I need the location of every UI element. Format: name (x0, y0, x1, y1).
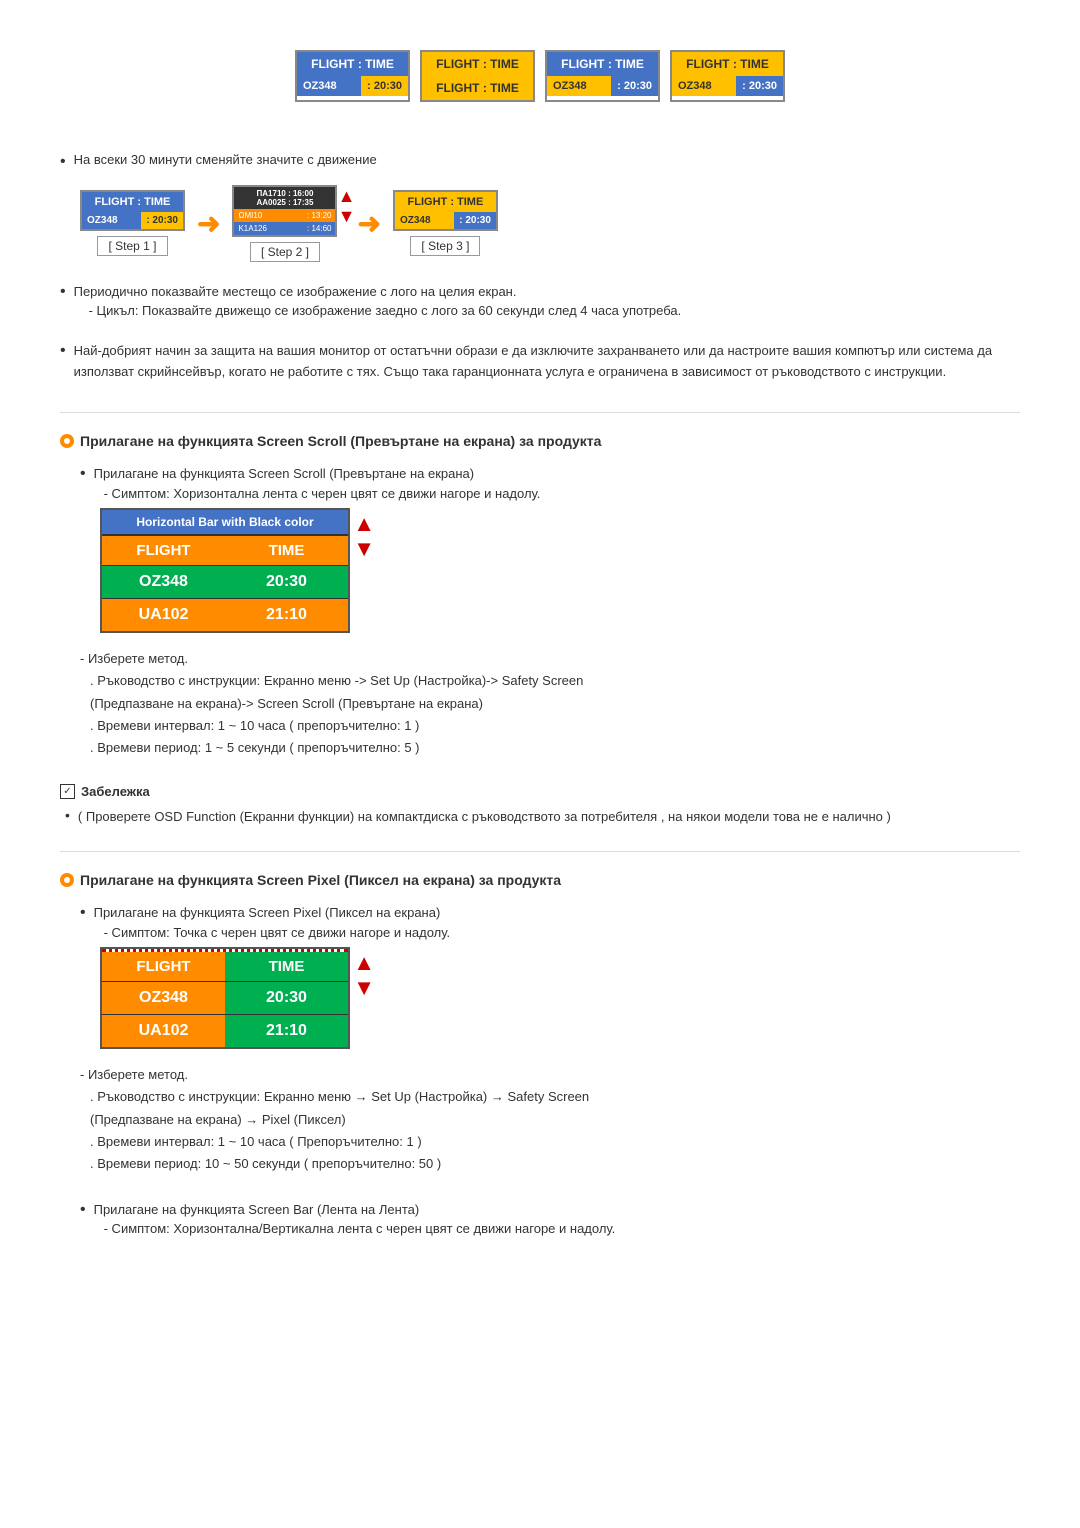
card3-bot-left: OZ348 (547, 76, 611, 96)
bullet1-text: На всеки 30 минути сменяйте значите с дв… (74, 152, 377, 167)
step3-label: [ Step 3 ] (410, 236, 480, 256)
pixel-arrow-down-icon: ▼ (353, 977, 375, 999)
pixel-instr4: . Времеви период: 10 ~ 50 секунди ( преп… (90, 1153, 1020, 1175)
bullet3-text: Най-добрият начин за защита на вашия мон… (74, 341, 1020, 383)
step3-container: FLIGHT : TIME OZ348 : 20:30 [ Step 3 ] (393, 190, 498, 256)
pixel-instr3: . Времеви интервал: 1 ~ 10 часа ( Препор… (90, 1131, 1020, 1153)
section-bullet1: • На всеки 30 минути сменяйте значите с … (60, 152, 1020, 262)
screen-scroll-heading-text: Прилагане на функцията Screen Scroll (Пр… (80, 433, 601, 449)
flight-card-3: FLIGHT : TIME OZ348 : 20:30 (545, 50, 660, 102)
scroll-instr4: . Времеви период: 1 ~ 5 секунди ( препор… (90, 737, 1020, 759)
bullet2-subtext: - Цикъл: Показвайте движещо се изображен… (89, 301, 682, 321)
pixel-arrow-up-icon: ▲ (353, 952, 375, 974)
screen-pixel-bullet1: • Прилагане на функцията Screen Pixel (П… (80, 903, 1020, 942)
bullet-dot-3: • (60, 341, 66, 362)
scroll-instructions: - Изберете метод. . Ръководство с инстру… (80, 648, 1020, 758)
card3-top: FLIGHT : TIME (547, 52, 658, 76)
step1-container: FLIGHT : TIME OZ348 : 20:30 [ Step 1 ] (80, 190, 185, 256)
notes-section: ✓ Забележка • ( Проверете OSD Function (… (60, 784, 1020, 827)
pixel-row1-col2: TIME (225, 952, 348, 981)
scroll-row2-col2: 20:30 (225, 566, 348, 598)
pixel-select-method: - Изберете метод. (80, 1064, 1020, 1086)
section-bullet3: • Най-добрият начин за защита на вашия м… (60, 341, 1020, 383)
step2-card: ΠΑ1710 : 16:00ΑΑ0025 : 17:35 ΩΜΙ10: 13:2… (232, 185, 337, 237)
pixel-row1-col1: FLIGHT (102, 952, 225, 981)
pixel-image-card: FLIGHT TIME OZ348 20:30 UA102 21:10 (100, 947, 350, 1049)
scroll-instr3: . Времеви интервал: 1 ~ 10 часа ( препор… (90, 715, 1020, 737)
screen-scroll-heading-container: Прилагане на функцията Screen Scroll (Пр… (60, 433, 1020, 449)
step1-card: FLIGHT : TIME OZ348 : 20:30 (80, 190, 185, 231)
arrow-down-icon: ▼ (353, 538, 375, 560)
card1-top: FLIGHT : TIME (297, 52, 408, 76)
pixel-bullet1-text: Прилагане на функцията Screen Pixel (Пик… (94, 903, 450, 923)
bullet-dot-scroll1: • (80, 464, 86, 503)
screen-pixel-heading-text: Прилагане на функцията Screen Pixel (Пик… (80, 872, 561, 888)
pixel-instructions: - Изберете метод. . Ръководство с инстру… (80, 1064, 1020, 1174)
scroll-bullet1-text: Прилагане на функцията Screen Scroll (Пр… (94, 464, 541, 484)
pixel-row2-col1: OZ348 (102, 982, 225, 1014)
arrow-1: ➜ (197, 207, 220, 240)
scroll-row3-col1: UA102 (102, 599, 225, 631)
step3-card: FLIGHT : TIME OZ348 : 20:30 (393, 190, 498, 231)
scroll-select-method: - Изберете метод. (80, 648, 1020, 670)
bullet-dot-2: • (60, 282, 66, 303)
card3-bot-right: : 20:30 (611, 76, 658, 96)
scroll-instr2: (Предпазване на екрана)-> Screen Scroll … (90, 693, 1020, 715)
flight-card-2: FLIGHT : TIME FLIGHT : TIME (420, 50, 535, 102)
scroll-row2-col1: OZ348 (102, 566, 225, 598)
card4-top: FLIGHT : TIME (672, 52, 783, 76)
step1-label: [ Step 1 ] (97, 236, 167, 256)
screen-bar-symptom: - Симптом: Хоризонтална/Вертикална лента… (104, 1219, 616, 1239)
pixel-instr2: (Предпазване на екрана) → Pixel (Пиксел) (90, 1109, 1020, 1131)
orange-circle-icon-2 (60, 873, 74, 887)
scroll-row1-col2: TIME (225, 536, 348, 565)
screen-bar-bullet1: Прилагане на функцията Screen Bar (Лента… (94, 1200, 616, 1220)
scroll-image-card: Horizontal Bar with Black color FLIGHT T… (100, 508, 350, 633)
pixel-instr1: . Ръководство с инструкции: Екранно меню… (90, 1086, 1020, 1108)
scroll-arrows: ▲ ▼ (353, 513, 375, 560)
orange-circle-icon (60, 434, 74, 448)
card4-bot-left: OZ348 (672, 76, 736, 96)
step2-container: ΠΑ1710 : 16:00ΑΑ0025 : 17:35 ΩΜΙ10: 13:2… (232, 185, 337, 262)
pixel-row3-col1: UA102 (102, 1015, 225, 1047)
pixel-row2-col2: 20:30 (225, 982, 348, 1014)
pixel-arrows: ▲ ▼ (353, 952, 375, 999)
pixel-symptom-text: - Симптом: Точка с черен цвят се движи н… (104, 923, 450, 943)
arrow-up-icon: ▲ (353, 513, 375, 535)
pixel-row3-col2: 21:10 (225, 1015, 348, 1047)
scroll-instr1: . Ръководство с инструкции: Екранно меню… (90, 670, 1020, 692)
scroll-table-header: Horizontal Bar with Black color (102, 510, 348, 536)
checkbox-icon: ✓ (60, 784, 75, 799)
flight-card-4: FLIGHT : TIME OZ348 : 20:30 (670, 50, 785, 102)
scroll-row1-col1: FLIGHT (102, 536, 225, 565)
steps-illustration: FLIGHT : TIME OZ348 : 20:30 [ Step 1 ] ➜… (80, 185, 1020, 262)
bullet-dot-1: • (60, 152, 66, 173)
notes-text: ( Проверете OSD Function (Екранни функци… (78, 807, 891, 827)
card2-bot: FLIGHT : TIME (422, 76, 533, 100)
screen-pixel-heading-container: Прилагане на функцията Screen Pixel (Пик… (60, 872, 1020, 888)
scroll-row3-col2: 21:10 (225, 599, 348, 631)
screen-scroll-bullet1: • Прилагане на функцията Screen Scroll (… (80, 464, 1020, 503)
bullet-dot-pixel1: • (80, 903, 86, 942)
step2-label: [ Step 2 ] (250, 242, 320, 262)
notes-bullet: • (65, 807, 70, 823)
card1-bot-left: OZ348 (297, 76, 361, 96)
flight-card-1: FLIGHT : TIME OZ348 : 20:30 (295, 50, 410, 102)
card2-top: FLIGHT : TIME (422, 52, 533, 76)
bullet-dot-bar: • (80, 1200, 86, 1221)
card1-bot-right: : 20:30 (361, 76, 408, 96)
card4-bot-right: : 20:30 (736, 76, 783, 96)
section-bullet2: • Периодично показвайте местещо се изобр… (60, 282, 1020, 321)
screen-bar-section: • Прилагане на функцията Screen Bar (Лен… (80, 1200, 1020, 1239)
bullet2-text: Периодично показвайте местещо се изображ… (74, 282, 682, 302)
notes-label: Забележка (81, 784, 150, 799)
arrow-2: ➜ (357, 207, 380, 240)
scroll-symptom-text: - Симптом: Хоризонтална лента с черен цв… (104, 484, 541, 504)
